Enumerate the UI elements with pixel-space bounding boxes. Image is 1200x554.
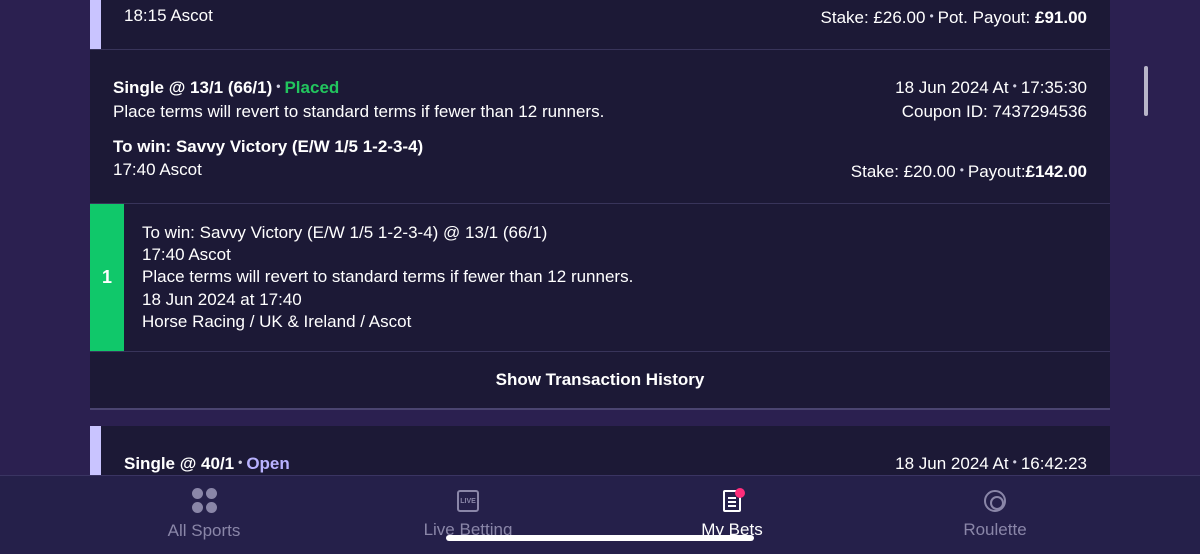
all-sports-icon (191, 488, 217, 513)
race-label: 17:40 Ascot (113, 160, 202, 179)
live-icon: LIVE (457, 490, 479, 512)
status-badge: Open (246, 454, 290, 473)
nav-all-sports[interactable]: All Sports (124, 488, 284, 541)
bet-card-placed: Single @ 13/1 (66/1) • Placed 18 Jun 2024 … (90, 50, 1110, 203)
leg-event-path: Horse Racing / UK & Ireland / Ascot (142, 312, 412, 331)
payout-value: £91.00 (1035, 8, 1087, 27)
nav-label: Roulette (963, 520, 1027, 539)
divider (90, 408, 1110, 410)
place-terms: Place terms will revert to standard term… (113, 102, 605, 121)
stake-label: Stake: £26.00 (820, 8, 926, 27)
bet-date: 18 Jun 2024 At (895, 454, 1009, 473)
scrollbar[interactable] (1144, 66, 1148, 116)
card-accent-bar (90, 426, 101, 475)
nav-roulette[interactable]: Roulette (915, 488, 1075, 540)
leg-selection: To win: Savvy Victory (E/W 1/5 1-2-3-4) … (142, 223, 548, 242)
bet-datetime: 18 Jun 2024 At • 16:42:23 (895, 454, 1087, 473)
leg-race: 17:40 Ascot (142, 245, 231, 264)
race-label: 18:15 Ascot (124, 6, 213, 25)
bet-card-previous: 18:15 Ascot Stake: £26.00 • Pot. Payout: £… (90, 0, 1110, 49)
nav-my-bets[interactable]: My Bets (652, 488, 812, 540)
bets-list: 18:15 Ascot Stake: £26.00 • Pot. Payout: £… (90, 0, 1110, 475)
bet-datetime: 18 Jun 2024 At • 17:35:30 (895, 78, 1087, 97)
show-transaction-history-button[interactable]: Show Transaction History (90, 352, 1110, 408)
leg-number-marker: 1 (90, 204, 124, 351)
leg-datetime: 18 Jun 2024 at 17:40 (142, 290, 302, 309)
roulette-icon (984, 490, 1006, 512)
stake-label: Stake: £20.00 (850, 162, 956, 181)
bet-title: Single @ 40/1 • Open (124, 454, 290, 473)
bet-card-open: Single @ 40/1 • Open 18 Jun 2024 At • 16:42:… (90, 426, 1110, 475)
nav-label: All Sports (167, 521, 241, 540)
stake-payout: Stake: £26.00 • Pot. Payout: £91.00 (820, 8, 1087, 27)
bet-time: 16:42:23 (1020, 454, 1087, 473)
payout-value: £142.00 (1025, 162, 1087, 181)
bet-type-odds: Single @ 13/1 (66/1) (113, 78, 273, 97)
status-badge: Placed (284, 78, 340, 97)
notification-badge (735, 488, 745, 498)
leg-terms: Place terms will revert to standard term… (142, 267, 634, 286)
bet-type-odds: Single @ 40/1 (124, 454, 235, 473)
bet-date: 18 Jun 2024 At (895, 78, 1009, 97)
nav-live-betting[interactable]: LIVE Live Betting (388, 488, 548, 540)
home-indicator[interactable] (446, 535, 754, 541)
bet-time: 17:35:30 (1020, 78, 1087, 97)
bottom-nav: All Sports LIVE Live Betting My Bets Rou… (0, 475, 1200, 554)
selection: To win: Savvy Victory (E/W 1/5 1-2-3-4) (113, 137, 424, 156)
stake-payout: Stake: £20.00 • Payout:£142.00 (850, 162, 1087, 181)
coupon-id[interactable]: Coupon ID: 7437294536 (902, 102, 1087, 122)
bet-slip-icon (723, 488, 745, 512)
bet-title: Single @ 13/1 (66/1) • Placed (113, 78, 340, 97)
card-accent-bar (90, 0, 101, 49)
payout-label: Payout: (967, 162, 1026, 181)
payout-label: Pot. Payout: (937, 8, 1031, 27)
